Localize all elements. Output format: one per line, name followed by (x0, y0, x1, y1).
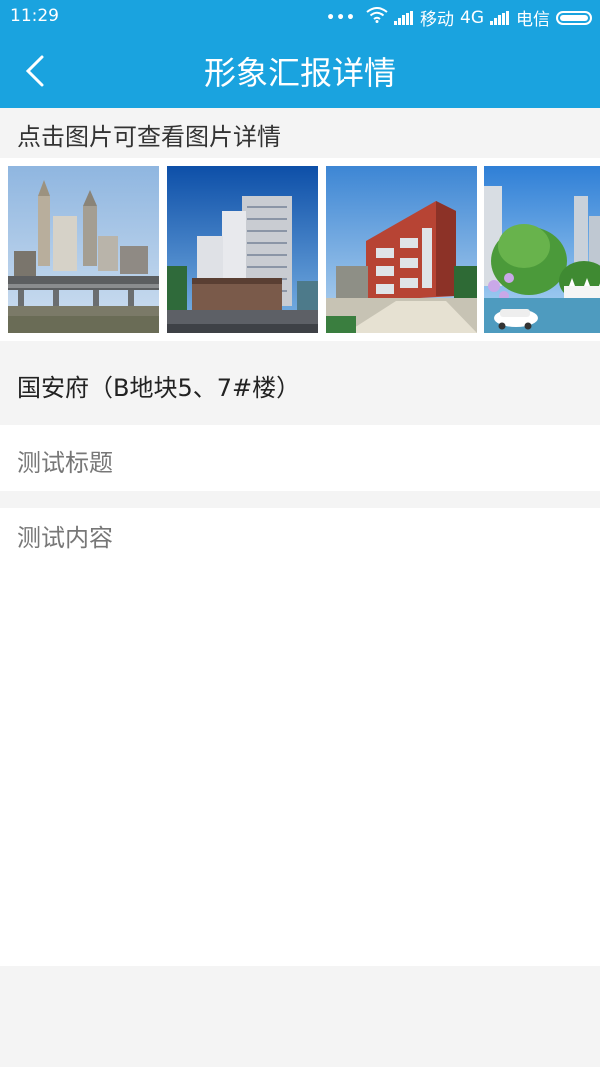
carrier-2-label: 电信 (516, 10, 550, 30)
report-content: 测试内容 (17, 524, 113, 552)
status-icons: ••• 移动 4G 电信 (326, 5, 592, 30)
battery-icon (556, 10, 592, 25)
status-time: 11:29 (10, 6, 59, 26)
project-name-row: 国安府（B地块5、7#楼） (0, 341, 600, 425)
signal-icon (394, 10, 414, 25)
page-title: 形象汇报详情 (203, 54, 396, 92)
signal-icon (490, 10, 510, 25)
carrier-1-label: 移动 (420, 10, 454, 30)
report-content-area: 测试内容 (0, 508, 600, 966)
hint-bar: 点击图片可查看图片详情 (0, 108, 600, 158)
bottom-spacer (0, 966, 600, 1067)
garden-community-photo[interactable] (484, 166, 600, 333)
more-dots: ••• (326, 9, 356, 26)
report-title: 测试标题 (17, 449, 113, 477)
hint-text: 点击图片可查看图片详情 (17, 123, 281, 151)
photo-gallery[interactable] (0, 158, 600, 341)
residential-tower-photo[interactable] (167, 166, 318, 333)
report-title-row: 测试标题 (0, 425, 600, 491)
network-label: 4G (460, 7, 484, 28)
low-rise-building-photo[interactable] (326, 166, 477, 333)
city-skyline-photo[interactable] (8, 166, 159, 333)
status-bar: 11:29 ••• 移动 4G 电信 (0, 0, 600, 33)
project-name: 国安府（B地块5、7#楼） (17, 374, 301, 402)
divider (0, 491, 600, 508)
app-header: 形象汇报详情 (0, 33, 600, 108)
wifi-icon (366, 7, 388, 28)
